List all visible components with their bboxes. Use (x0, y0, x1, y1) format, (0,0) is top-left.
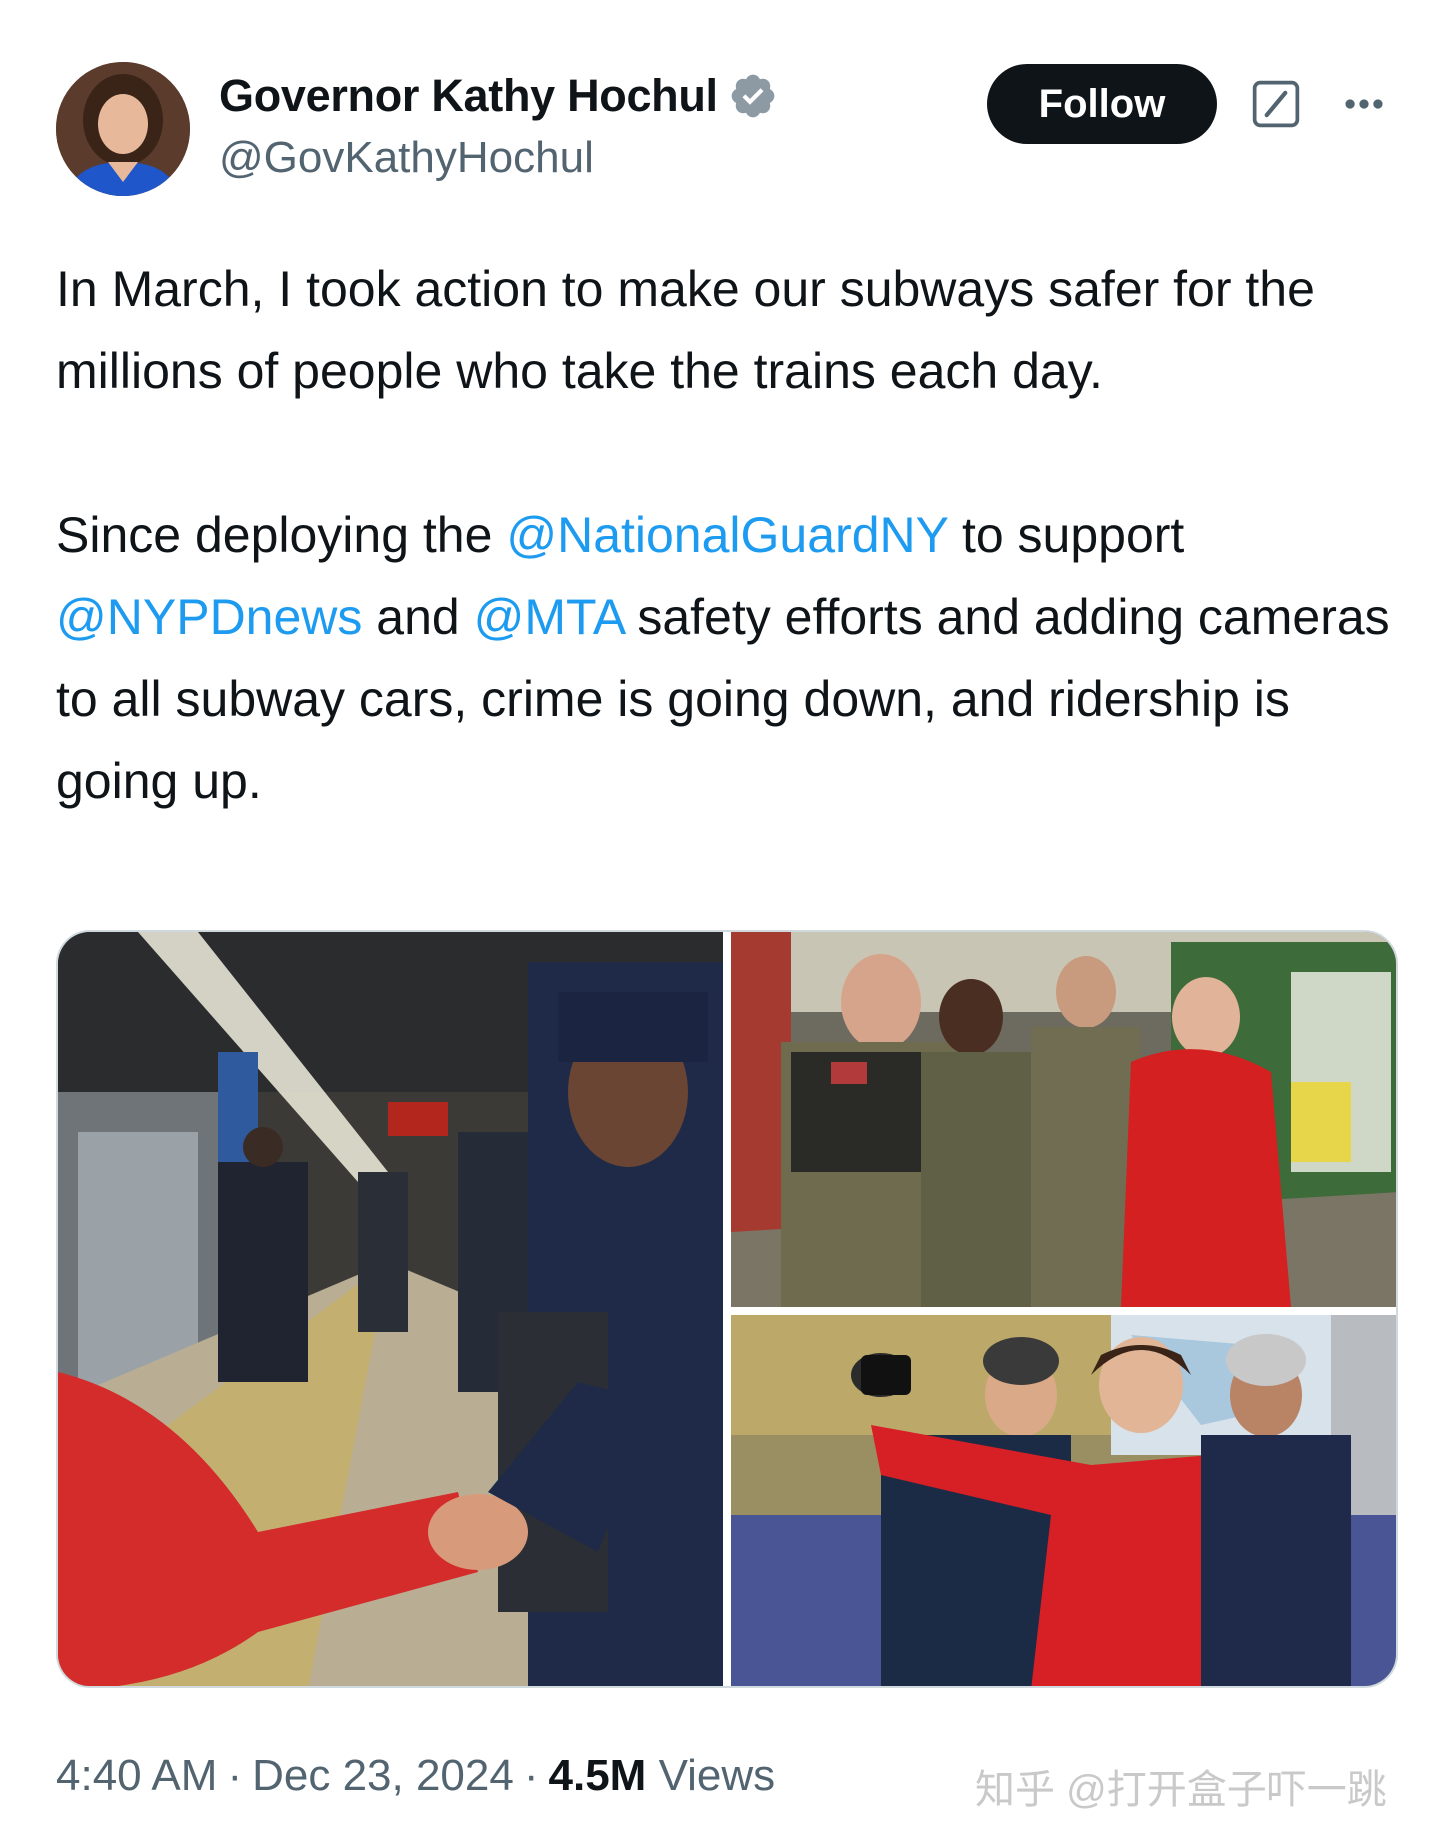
mention-nationalguardny[interactable]: @NationalGuardNY (506, 507, 948, 563)
grok-icon[interactable] (1248, 76, 1304, 132)
separator: · (227, 1751, 243, 1800)
photo-national-guard-meeting[interactable] (731, 932, 1396, 1307)
tweet-meta: 4:40 AM · Dec 23, 2024 · 4.5M Views (56, 1748, 775, 1804)
author-avatar[interactable] (56, 62, 190, 196)
author-info: Governor Kathy Hochul @GovKathyHochul (219, 68, 778, 186)
tweet-header: Governor Kathy Hochul @GovKathyHochul Fo… (56, 62, 1396, 202)
tweet-text-segment: to support (948, 507, 1185, 563)
tweet-text-segment: Since deploying the (56, 507, 507, 563)
tweet-text: In March, I took action to make our subw… (56, 248, 1396, 822)
follow-button[interactable]: Follow (987, 64, 1217, 144)
more-options-icon[interactable] (1336, 76, 1392, 132)
views-label: Views (658, 1751, 776, 1800)
media-grid (56, 930, 1398, 1688)
tweet-paragraph-2: Since deploying the @NationalGuardNY to … (56, 494, 1396, 822)
verified-badge-icon[interactable] (728, 71, 778, 121)
mention-mta[interactable]: @MTA (474, 589, 624, 645)
watermark-text: 知乎 @打开盒子吓一跳 (975, 1768, 1387, 1812)
tweet-text-segment: and (362, 589, 474, 645)
avatar-image (56, 62, 190, 196)
separator: · (523, 1751, 539, 1800)
author-display-name[interactable]: Governor Kathy Hochul (219, 68, 718, 124)
mention-nypdnews[interactable]: @NYPDnews (56, 589, 362, 645)
tweet-time[interactable]: 4:40 AM (56, 1751, 217, 1800)
photo-handshake-subway-platform[interactable] (58, 932, 723, 1686)
author-handle[interactable]: @GovKathyHochul (219, 130, 778, 186)
views-count[interactable]: 4.5M (549, 1751, 647, 1800)
photo-subway-selfie[interactable] (731, 1315, 1396, 1686)
tweet-paragraph-1: In March, I took action to make our subw… (56, 261, 1315, 399)
tweet-date[interactable]: Dec 23, 2024 (252, 1751, 514, 1800)
